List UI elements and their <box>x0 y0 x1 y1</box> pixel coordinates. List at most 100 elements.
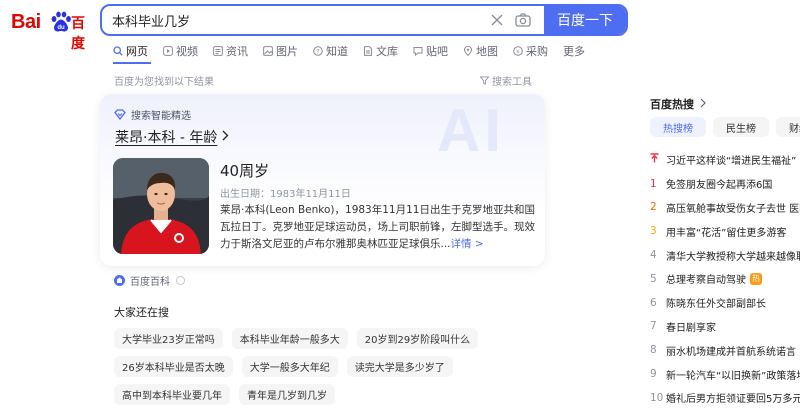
answer-title-text: 莱昂·本科 - 年龄 <box>115 130 218 146</box>
video-icon <box>163 46 173 56</box>
related-search-chip[interactable]: 20岁到29岁阶段叫什么 <box>356 328 479 349</box>
chip-row: 26岁本科毕业是否太晚 大学一般多大年纪 读完大学是多少岁了 <box>114 356 494 377</box>
hot-item[interactable]: 8 丽水机场建成并首航系统诺言 <box>650 338 800 362</box>
svg-text:?: ? <box>316 47 319 55</box>
answer-description: 莱昂·本科(Leon Benko)，1983年11月11日出生于克罗地亚共和国瓦… <box>220 202 538 253</box>
tab-news[interactable]: 资讯 <box>213 43 248 59</box>
age-value: 40周岁 <box>220 162 270 180</box>
result-count-note: 百度为您找到以下结果 <box>114 77 214 88</box>
hot-item-text: 用丰富“花活”留住更多游客 <box>666 227 787 239</box>
hot-rank: 5 <box>650 272 657 285</box>
details-link[interactable]: 详情 > <box>451 238 484 250</box>
camera-icon[interactable] <box>510 6 536 34</box>
question-icon: ? <box>313 46 323 56</box>
hot-item-text: 陈晓东任外交部副部长 <box>666 299 766 311</box>
baike-source-icon <box>114 275 125 286</box>
search-nav-tabs: 网页 视频 资讯 图片 ? 知道 文库 贴吧 地图 ¥ 采购 更多 <box>113 43 600 59</box>
tab-map[interactable]: 地图 <box>463 43 498 59</box>
pin-icon <box>650 153 666 166</box>
hot-search-title-text: 百度热搜 <box>650 98 694 111</box>
logo-text-bai: Bai <box>11 11 41 33</box>
hot-rank: 9 <box>650 368 657 381</box>
hot-item-pinned[interactable]: 习近平这样谈“增进民生福祉” <box>650 148 800 172</box>
tab-label: 网页 <box>126 45 148 58</box>
birth-date: 出生日期：1983年11月11日 <box>220 189 351 200</box>
tab-zhidao[interactable]: ? 知道 <box>313 43 348 59</box>
hot-search-list: 习近平这样谈“增进民生福祉” 1 免签朋友圈今起再添6国 2 高压氧舱事故受伤女… <box>650 148 800 410</box>
tab-finance[interactable]: 财经榜 <box>776 117 800 137</box>
hot-item[interactable]: 5 总理考察自动驾驶 热 <box>650 267 800 291</box>
hot-item[interactable]: 3 用丰富“花活”留住更多游客 <box>650 219 800 243</box>
tab-label: 视频 <box>176 45 198 58</box>
svg-text:¥: ¥ <box>516 49 520 55</box>
also-search-title: 大家还在搜 <box>114 306 169 319</box>
tab-wenku[interactable]: 文库 <box>363 43 398 59</box>
baidu-logo[interactable]: Bai du 百度 <box>11 9 91 52</box>
tab-label: 文库 <box>376 45 398 58</box>
tab-more[interactable]: 更多 <box>563 43 585 59</box>
hot-item-text: 习近平这样谈“增进民生福祉” <box>666 156 797 168</box>
related-search-chip[interactable]: 26岁本科毕业是否太晚 <box>114 356 233 377</box>
source-info-icon[interactable] <box>176 276 185 285</box>
hot-item[interactable]: 4 清华大学教授称大学越来越像职业学校 <box>650 243 800 267</box>
hot-item[interactable]: 7 春日剧享家 <box>650 315 800 339</box>
search-input[interactable] <box>102 6 484 34</box>
tab-label: 更多 <box>563 45 585 58</box>
purchase-icon: ¥ <box>513 46 523 56</box>
related-search-chip[interactable]: 大学毕业23岁正常吗 <box>114 328 223 349</box>
tab-hot[interactable]: 热搜榜 <box>650 117 706 137</box>
hot-item[interactable]: 1 免签朋友圈今起再添6国 <box>650 172 800 196</box>
tab-images[interactable]: 图片 <box>263 43 298 59</box>
image-icon <box>263 46 273 56</box>
news-icon <box>213 46 223 56</box>
tab-livelihood[interactable]: 民生榜 <box>713 117 769 137</box>
related-search-chip[interactable]: 青年是几岁到几岁 <box>239 384 335 405</box>
hot-item[interactable]: 2 高压氧舱事故受伤女子去世 医院回应 <box>650 196 800 220</box>
document-icon <box>364 46 372 56</box>
tab-tieba[interactable]: 贴吧 <box>413 43 448 59</box>
tab-label: 采购 <box>526 45 548 58</box>
answer-title-link[interactable]: 莱昂·本科 - 年龄 <box>115 127 229 147</box>
hot-item[interactable]: 9 新一轮汽车“以旧换新”政策落地 <box>650 362 800 386</box>
hot-search-title[interactable]: 百度热搜 <box>650 96 706 112</box>
source-label: 百度百科 <box>130 277 170 288</box>
hot-rank: 10 <box>650 391 664 404</box>
chevron-right-icon <box>222 129 229 145</box>
filter-icon <box>480 76 489 85</box>
tab-webpage[interactable]: 网页 <box>113 43 148 59</box>
tab-label: 地图 <box>476 45 498 58</box>
tab-label: 图片 <box>276 45 298 58</box>
clear-icon[interactable] <box>484 6 510 34</box>
search-button[interactable]: 百度一下 <box>544 6 626 34</box>
hot-rank: 2 <box>650 201 657 214</box>
hot-item[interactable]: 6 陈晓东任外交部副部长 <box>650 291 800 315</box>
chip-row: 大学毕业23岁正常吗 本科毕业年龄一般多大 20岁到29岁阶段叫什么 <box>114 328 494 349</box>
tab-video[interactable]: 视频 <box>163 43 198 59</box>
hot-item-text: 高压氧舱事故受伤女子去世 医院回应 <box>666 203 800 215</box>
ai-watermark: AI <box>437 97 505 164</box>
active-tab-underline <box>113 62 151 64</box>
answer-description-text: 莱昂·本科(Leon Benko)，1983年11月11日出生于克罗地亚共和国瓦… <box>220 204 535 250</box>
search-tools-label: 搜索工具 <box>492 77 532 88</box>
tab-purchase[interactable]: ¥ 采购 <box>513 43 548 59</box>
hot-badge: 热 <box>750 272 762 285</box>
logo-text-baidu: 百度 <box>71 16 85 52</box>
hot-item[interactable]: 10 婚礼后男方拒领证要回5万多元彩礼 <box>650 386 800 410</box>
hot-rank: 6 <box>650 296 657 309</box>
person-photo[interactable] <box>113 158 209 254</box>
ai-card-header-label: 搜索智能精选 <box>131 111 191 122</box>
hot-item-text: 免签朋友圈今起再添6国 <box>666 180 773 192</box>
hot-item-text: 新一轮汽车“以旧换新”政策落地 <box>666 370 800 382</box>
related-search-chip[interactable]: 大学一般多大年纪 <box>241 356 338 377</box>
map-icon <box>463 46 473 56</box>
related-search-chip[interactable]: 本科毕业年龄一般多大 <box>231 328 348 349</box>
hot-item-text: 丽水机场建成并首航系统诺言 <box>666 346 796 358</box>
source-baike[interactable]: 百度百科 <box>114 273 185 288</box>
hot-item-text: 春日剧享家 <box>666 322 716 334</box>
logo-text-du: du <box>57 25 65 31</box>
related-search-chip[interactable]: 高中到本科毕业要几年 <box>114 384 230 405</box>
chevron-right-icon <box>700 98 706 111</box>
search-tools-button[interactable]: 搜索工具 <box>480 73 532 88</box>
related-search-chip[interactable]: 读完大学是多少岁了 <box>346 356 453 377</box>
hot-item-text: 清华大学教授称大学越来越像职业学校 <box>666 251 800 263</box>
